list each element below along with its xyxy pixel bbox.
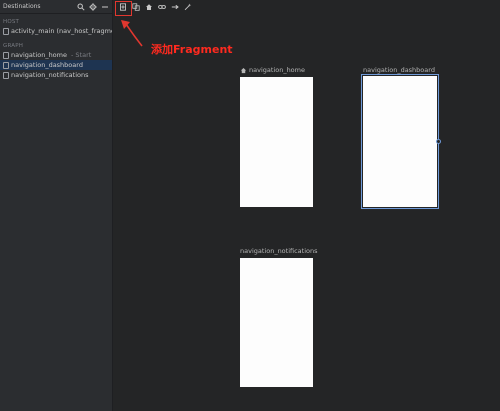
arrow-right-icon[interactable] <box>171 3 179 11</box>
destination-label-text: navigation_home <box>249 66 305 74</box>
fragment-icon <box>3 61 9 69</box>
layout-file-icon <box>3 27 9 35</box>
destination-label-dashboard: navigation_dashboard <box>363 66 435 74</box>
start-home-icon <box>240 67 247 73</box>
destination-navigation-notifications[interactable] <box>240 258 313 387</box>
host-item[interactable]: activity_main (nav_host_fragmer <box>0 26 112 36</box>
gear-icon[interactable] <box>89 2 97 11</box>
graph-item-label: navigation_dashboard <box>11 61 83 69</box>
fragment-icon <box>3 71 9 79</box>
panel-title: Destinations <box>3 3 41 10</box>
minus-icon[interactable] <box>101 3 109 11</box>
host-item-label: activity_main (nav_host_fragmer <box>11 27 112 35</box>
destination-navigation-home[interactable] <box>240 77 313 207</box>
graph-item-label: navigation_home <box>11 51 67 59</box>
graph-item-navigation-notifications[interactable]: navigation_notifications <box>0 70 112 80</box>
destination-label-notifications: navigation_notifications <box>240 247 318 255</box>
auto-arrange-icon[interactable] <box>184 3 192 11</box>
annotation-highlight-box <box>115 1 132 16</box>
action-drag-handle[interactable] <box>436 139 441 144</box>
destination-label-text: navigation_dashboard <box>363 66 435 74</box>
start-destination-meta: - Start <box>71 51 92 59</box>
nested-graph-icon[interactable] <box>132 3 140 11</box>
panel-header: Destinations <box>0 0 112 14</box>
link-icon[interactable] <box>158 3 166 11</box>
graph-item-navigation-home[interactable]: navigation_home - Start <box>0 50 112 60</box>
graph-section-label: GRAPH <box>3 43 24 49</box>
host-section-label: HOST <box>3 19 20 25</box>
search-icon[interactable] <box>77 3 85 11</box>
home-icon[interactable] <box>145 3 153 11</box>
graph-item-label: navigation_notifications <box>11 71 89 79</box>
destination-navigation-dashboard[interactable] <box>361 74 439 209</box>
graph-item-navigation-dashboard[interactable]: navigation_dashboard <box>0 60 112 70</box>
fragment-icon <box>3 51 9 59</box>
destination-label-text: navigation_notifications <box>240 247 318 255</box>
destinations-panel: Destinations HOST activity_main (nav_hos… <box>0 0 113 411</box>
annotation-label: 添加Fragment <box>151 43 233 56</box>
destination-label-home: navigation_home <box>240 66 305 74</box>
